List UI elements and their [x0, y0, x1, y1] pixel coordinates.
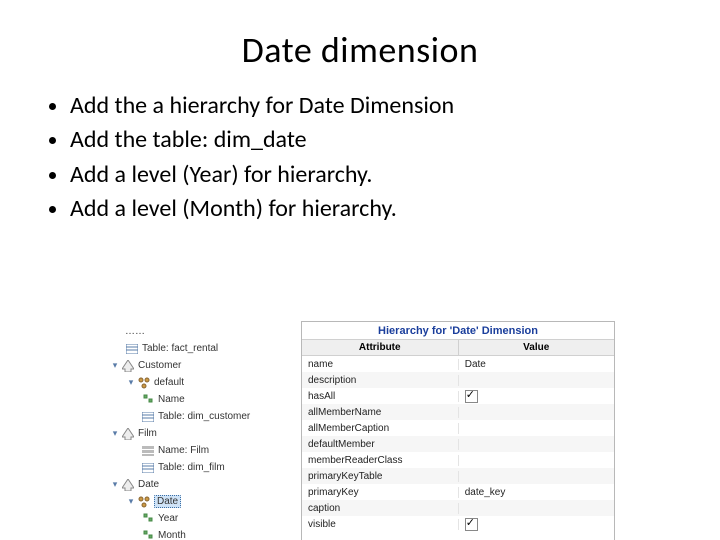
- table-icon: [141, 410, 155, 424]
- attribute-header: Attribute Value: [302, 340, 614, 356]
- attr-row[interactable]: visible: [302, 516, 614, 532]
- attr-row[interactable]: description: [302, 372, 614, 388]
- attr-row[interactable]: nameDate: [302, 356, 614, 372]
- tree-node-table[interactable]: Table: dim_film: [105, 459, 295, 476]
- tree-label: Table: dim_film: [158, 462, 225, 473]
- attr-row[interactable]: allMemberName: [302, 404, 614, 420]
- attr-key: visible: [302, 519, 459, 530]
- tree-node-property[interactable]: Name: Film: [105, 442, 295, 459]
- attr-row[interactable]: primaryKeydate_key: [302, 484, 614, 500]
- expand-icon[interactable]: ▾: [109, 360, 121, 371]
- expand-icon[interactable]: ▾: [125, 496, 137, 507]
- attr-value[interactable]: [459, 390, 614, 403]
- checkbox-checked-icon[interactable]: [465, 390, 478, 403]
- tree-node-level[interactable]: Year: [105, 510, 295, 527]
- bullet-item: Add a level (Year) for hierarchy.: [70, 159, 720, 191]
- bullet-item: Add the a hierarchy for Date Dimension: [70, 90, 720, 122]
- tree-label: Table: dim_customer: [158, 411, 250, 422]
- attr-value[interactable]: Date: [459, 359, 614, 370]
- attribute-panel-title: Hierarchy for 'Date' Dimension: [302, 322, 614, 340]
- tree-label: Table: fact_rental: [142, 343, 218, 354]
- level-icon: [141, 529, 155, 540]
- tree-node-level[interactable]: Month: [105, 527, 295, 540]
- attribute-panel: Hierarchy for 'Date' Dimension Attribute…: [301, 321, 615, 540]
- tree-label: Month: [158, 530, 186, 540]
- hierarchy-icon: [137, 495, 151, 509]
- tree-node-dimension[interactable]: ▾ Film: [105, 425, 295, 442]
- property-icon: [141, 444, 155, 458]
- attr-value[interactable]: date_key: [459, 487, 614, 498]
- tree-label: Year: [158, 513, 178, 524]
- level-icon: [141, 393, 155, 407]
- attr-key: memberReaderClass: [302, 455, 459, 466]
- tree-node-level[interactable]: Name: [105, 391, 295, 408]
- tree-label: Film: [138, 428, 157, 439]
- tree-node-hierarchy-selected[interactable]: ▾ Date: [105, 493, 295, 510]
- attr-row[interactable]: hasAll: [302, 388, 614, 404]
- dimension-icon: [121, 478, 135, 492]
- level-icon: [141, 512, 155, 526]
- attr-key: allMemberName: [302, 407, 459, 418]
- attr-key: allMemberCaption: [302, 423, 459, 434]
- attr-key: name: [302, 359, 459, 370]
- table-icon: [141, 461, 155, 475]
- attr-row[interactable]: primaryKeyTable: [302, 468, 614, 484]
- expand-icon[interactable]: ▾: [125, 377, 137, 388]
- attr-key: caption: [302, 503, 459, 514]
- attr-key: hasAll: [302, 391, 459, 402]
- dimension-icon: [121, 359, 135, 373]
- tree-label: Name: [158, 394, 185, 405]
- attr-key: primaryKey: [302, 487, 459, 498]
- tree-node-table[interactable]: Table: dim_customer: [105, 408, 295, 425]
- attr-row[interactable]: allMemberCaption: [302, 420, 614, 436]
- editor-figure: …… Table: fact_rental ▾ Customer ▾ defau…: [105, 321, 615, 540]
- tree-node-table[interactable]: Table: fact_rental: [105, 340, 295, 357]
- tree-node-dimension[interactable]: ▾ Date: [105, 476, 295, 493]
- tree-label: default: [154, 377, 184, 388]
- col-value: Value: [459, 340, 615, 356]
- attr-key: description: [302, 375, 459, 386]
- attr-row[interactable]: caption: [302, 500, 614, 516]
- expand-icon[interactable]: ▾: [109, 479, 121, 490]
- tree-label-selected: Date: [154, 495, 181, 508]
- attr-row[interactable]: defaultMember: [302, 436, 614, 452]
- table-icon: [125, 342, 139, 356]
- hierarchy-icon: [137, 376, 151, 390]
- attribute-body: nameDate description hasAll allMemberNam…: [302, 356, 614, 540]
- tree-node-hierarchy[interactable]: ▾ default: [105, 374, 295, 391]
- slide-title: Date dimension: [0, 28, 720, 72]
- dimension-icon: [121, 427, 135, 441]
- dimension-tree[interactable]: …… Table: fact_rental ▾ Customer ▾ defau…: [105, 321, 295, 540]
- tree-node[interactable]: ……: [105, 323, 295, 340]
- tree-label: Date: [138, 479, 159, 490]
- attr-row[interactable]: memberReaderClass: [302, 452, 614, 468]
- attr-value[interactable]: [459, 518, 614, 531]
- bullet-item: Add a level (Month) for hierarchy.: [70, 193, 720, 225]
- attr-key: defaultMember: [302, 439, 459, 450]
- tree-node-dimension[interactable]: ▾ Customer: [105, 357, 295, 374]
- expand-icon[interactable]: ▾: [109, 428, 121, 439]
- tree-label: Name: Film: [158, 445, 209, 456]
- attr-key: primaryKeyTable: [302, 471, 459, 482]
- bullet-item: Add the table: dim_date: [70, 124, 720, 156]
- tree-label: Customer: [138, 360, 181, 371]
- col-attribute: Attribute: [302, 340, 459, 356]
- checkbox-checked-icon[interactable]: [465, 518, 478, 531]
- tree-label: ……: [125, 326, 145, 337]
- bullet-list: Add the a hierarchy for Date Dimension A…: [70, 90, 720, 226]
